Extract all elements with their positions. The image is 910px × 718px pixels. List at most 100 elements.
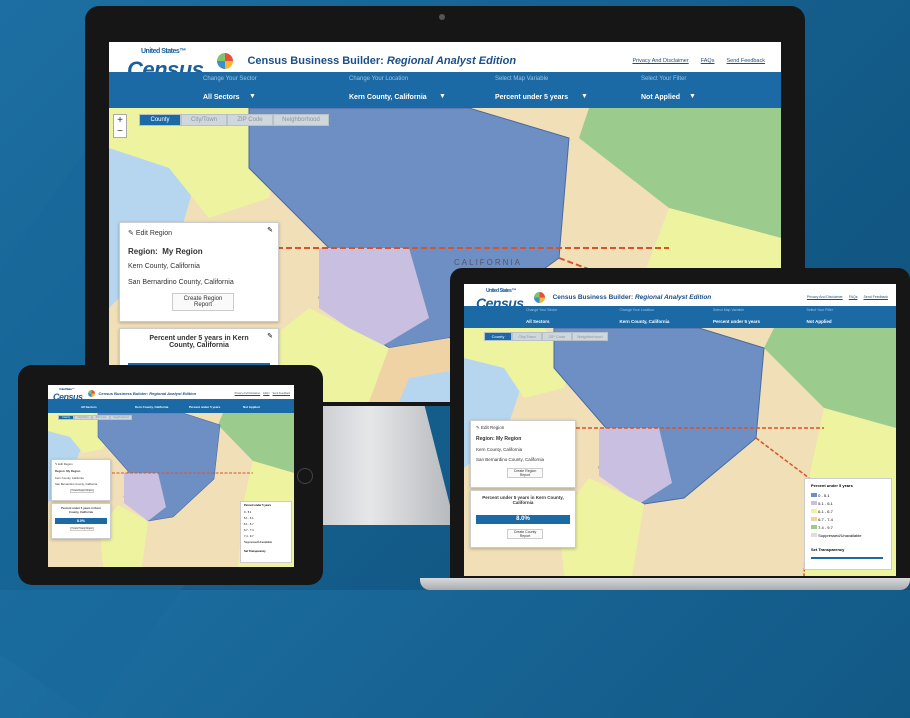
state-label: CALIFORNIA	[454, 258, 523, 267]
create-county-report-button[interactable]: Create County Report	[70, 527, 94, 531]
edit-region-button[interactable]: ✎ Edit Region	[128, 229, 172, 237]
tab-city-town[interactable]: City/Town	[74, 415, 92, 420]
feedback-link[interactable]: Send Feedback	[272, 392, 290, 395]
region-panel: ✎ Edit Region Region: My Region Kern Cou…	[470, 420, 576, 488]
pencil-icon[interactable]: ✎	[267, 226, 273, 234]
filter-selector[interactable]: Select Your Filter Not Applied ▼	[635, 72, 781, 108]
camera-dot	[439, 14, 445, 20]
legend-item: 5.1 - 6.1	[811, 501, 833, 506]
location-selector[interactable]: Change Your Location Kern County, Califo…	[616, 306, 710, 328]
selector-bar: All Sectors Kern County, California Perc…	[48, 399, 294, 413]
plus-icon[interactable]: +	[114, 115, 126, 126]
location-selector[interactable]: Kern County, California	[132, 399, 186, 413]
region-county: Kern County, California	[55, 476, 84, 480]
location-selector[interactable]: Change Your Location Kern County, Califo…	[343, 72, 489, 108]
sparkle-logo-icon	[217, 53, 234, 69]
feedback-link[interactable]: Send Feedback	[726, 58, 765, 64]
region-county: San Bernardino County, California	[55, 482, 98, 486]
faq-link[interactable]: FAQs	[263, 392, 269, 395]
zoom-control: + −	[113, 114, 127, 138]
chevron-down-icon: ▼	[249, 93, 256, 100]
transparency-label: Set Transparency	[244, 550, 266, 553]
top-links: Privacy And Disclaimer FAQs Send Feedbac…	[235, 392, 290, 395]
tab-neighborhood[interactable]: Neighborhood	[572, 332, 608, 341]
legend-item: Suppressed/Unavailable	[811, 533, 862, 538]
legend-title: Percent under 5 years	[811, 483, 853, 488]
region-county: San Bernardino County, California	[128, 279, 234, 286]
region-title: Region: My Region	[55, 469, 81, 473]
create-region-report-button[interactable]: Create Region Report	[172, 293, 234, 311]
create-region-report-button[interactable]: Create Region Report	[507, 468, 543, 478]
privacy-link[interactable]: Privacy And Disclaimer	[632, 58, 688, 64]
tab-zip-code[interactable]: ZIP Code	[542, 332, 572, 341]
region-title: Region: My Region	[128, 247, 203, 256]
legend-item: 5.1 - 6.1	[244, 517, 254, 520]
transparency-slider[interactable]	[811, 557, 883, 559]
create-region-report-button[interactable]: Create Region Report	[70, 489, 94, 493]
region-panel: ✎ Edit Region ✎ Region: My Region Kern C…	[119, 222, 279, 322]
region-title: Region: My Region	[476, 436, 522, 442]
legend-item: 7.4 - 9.7	[811, 525, 833, 530]
app-title: Census Business Builder: Regional Analys…	[247, 55, 517, 67]
top-links: Privacy And Disclaimer FAQs Send Feedbac…	[807, 295, 888, 299]
tab-zip-code[interactable]: ZIP Code	[92, 415, 110, 420]
tablet-screen: United States™ Census Census Business Bu…	[48, 385, 294, 567]
feedback-link[interactable]: Send Feedback	[863, 295, 888, 299]
stat-value: 8.0%	[55, 518, 107, 524]
tab-county[interactable]: County	[484, 332, 512, 341]
map-legend: Percent under 5 years 0 - 5.1 5.1 - 6.1 …	[240, 501, 292, 563]
edit-region-button[interactable]: ✎ Edit Region	[55, 462, 73, 466]
tab-neighborhood[interactable]: Neighborhood	[110, 415, 132, 420]
variable-selector[interactable]: Select Map Variable Percent under 5 year…	[489, 72, 635, 108]
sparkle-logo-icon	[533, 291, 545, 303]
app-title: Census Business Builder: Regional Analys…	[98, 390, 197, 396]
pencil-icon[interactable]: ✎	[267, 332, 273, 340]
region-county: Kern County, California	[476, 447, 523, 452]
stat-title: Percent under 5 years in Kern County, Ca…	[61, 506, 101, 514]
tab-city-town[interactable]: City/Town	[512, 332, 542, 341]
faq-link[interactable]: FAQs	[849, 295, 858, 299]
top-links: Privacy And Disclaimer FAQs Send Feedbac…	[632, 58, 765, 64]
selector-bar: Change Your Sector All Sectors Change Yo…	[464, 306, 896, 328]
region-county: San Bernardino County, California	[476, 457, 544, 462]
map-area[interactable]: County City/Town ZIP Code Neighborhood ✎…	[464, 328, 896, 576]
map-legend: Percent under 5 years 0 - 5.1 5.1 - 6.1 …	[804, 478, 892, 570]
edit-icon: ✎	[128, 230, 134, 237]
tab-zip-code[interactable]: ZIP Code	[227, 114, 273, 126]
sector-selector[interactable]: Change Your Sector All Sectors ▼	[197, 72, 343, 108]
geography-tabs: County City/Town ZIP Code Neighborhood	[139, 114, 329, 126]
create-county-report-button[interactable]: Create County Report	[507, 529, 543, 539]
filter-selector[interactable]: Select Your Filter Not Applied	[803, 306, 897, 328]
tab-county[interactable]: County	[58, 415, 74, 420]
chevron-down-icon: ▼	[439, 93, 446, 100]
legend-item: 6.7 - 7.4	[244, 529, 254, 532]
filter-selector[interactable]: Not Applied	[240, 399, 294, 413]
privacy-link[interactable]: Privacy And Disclaimer	[235, 392, 261, 395]
selector-bar: Change Your Sector All Sectors ▼ Change …	[109, 72, 781, 108]
sector-selector[interactable]: Change Your Sector All Sectors	[522, 306, 616, 328]
legend-item: 6.1 - 6.7	[811, 509, 833, 514]
home-button[interactable]	[297, 468, 313, 484]
faq-link[interactable]: FAQs	[701, 58, 715, 64]
legend-item: 6.1 - 6.7	[244, 523, 254, 526]
minus-icon[interactable]: −	[114, 126, 126, 137]
variable-selector[interactable]: Percent under 5 years	[186, 399, 240, 413]
privacy-link[interactable]: Privacy And Disclaimer	[807, 295, 843, 299]
tab-neighborhood[interactable]: Neighborhood	[273, 114, 329, 126]
sparkle-logo-icon	[87, 389, 95, 397]
edit-region-button[interactable]: ✎ Edit Region	[476, 425, 504, 431]
stat-panel: Percent under 5 years in Kern County, Ca…	[470, 490, 576, 548]
map-area[interactable]: County City/Town ZIP Code Neighborhood ✎…	[48, 413, 294, 567]
region-panel: ✎ Edit Region Region: My Region Kern Cou…	[51, 459, 111, 501]
stat-value: 8.0%	[476, 515, 570, 524]
tab-city-town[interactable]: City/Town	[181, 114, 227, 126]
variable-selector[interactable]: Select Map Variable Percent under 5 year…	[709, 306, 803, 328]
laptop-base	[420, 578, 910, 590]
sector-selector[interactable]: All Sectors	[78, 399, 132, 413]
stat-title: Percent under 5 years in Kern County, Ca…	[149, 335, 249, 349]
region-county: Kern County, California	[128, 263, 200, 270]
legend-item: 6.7 - 7.4	[811, 517, 833, 522]
tab-county[interactable]: County	[139, 114, 181, 126]
app-title: Census Business Builder: Regional Analys…	[552, 293, 712, 301]
stat-title: Percent under 5 years in Kern County, Ca…	[482, 495, 564, 505]
